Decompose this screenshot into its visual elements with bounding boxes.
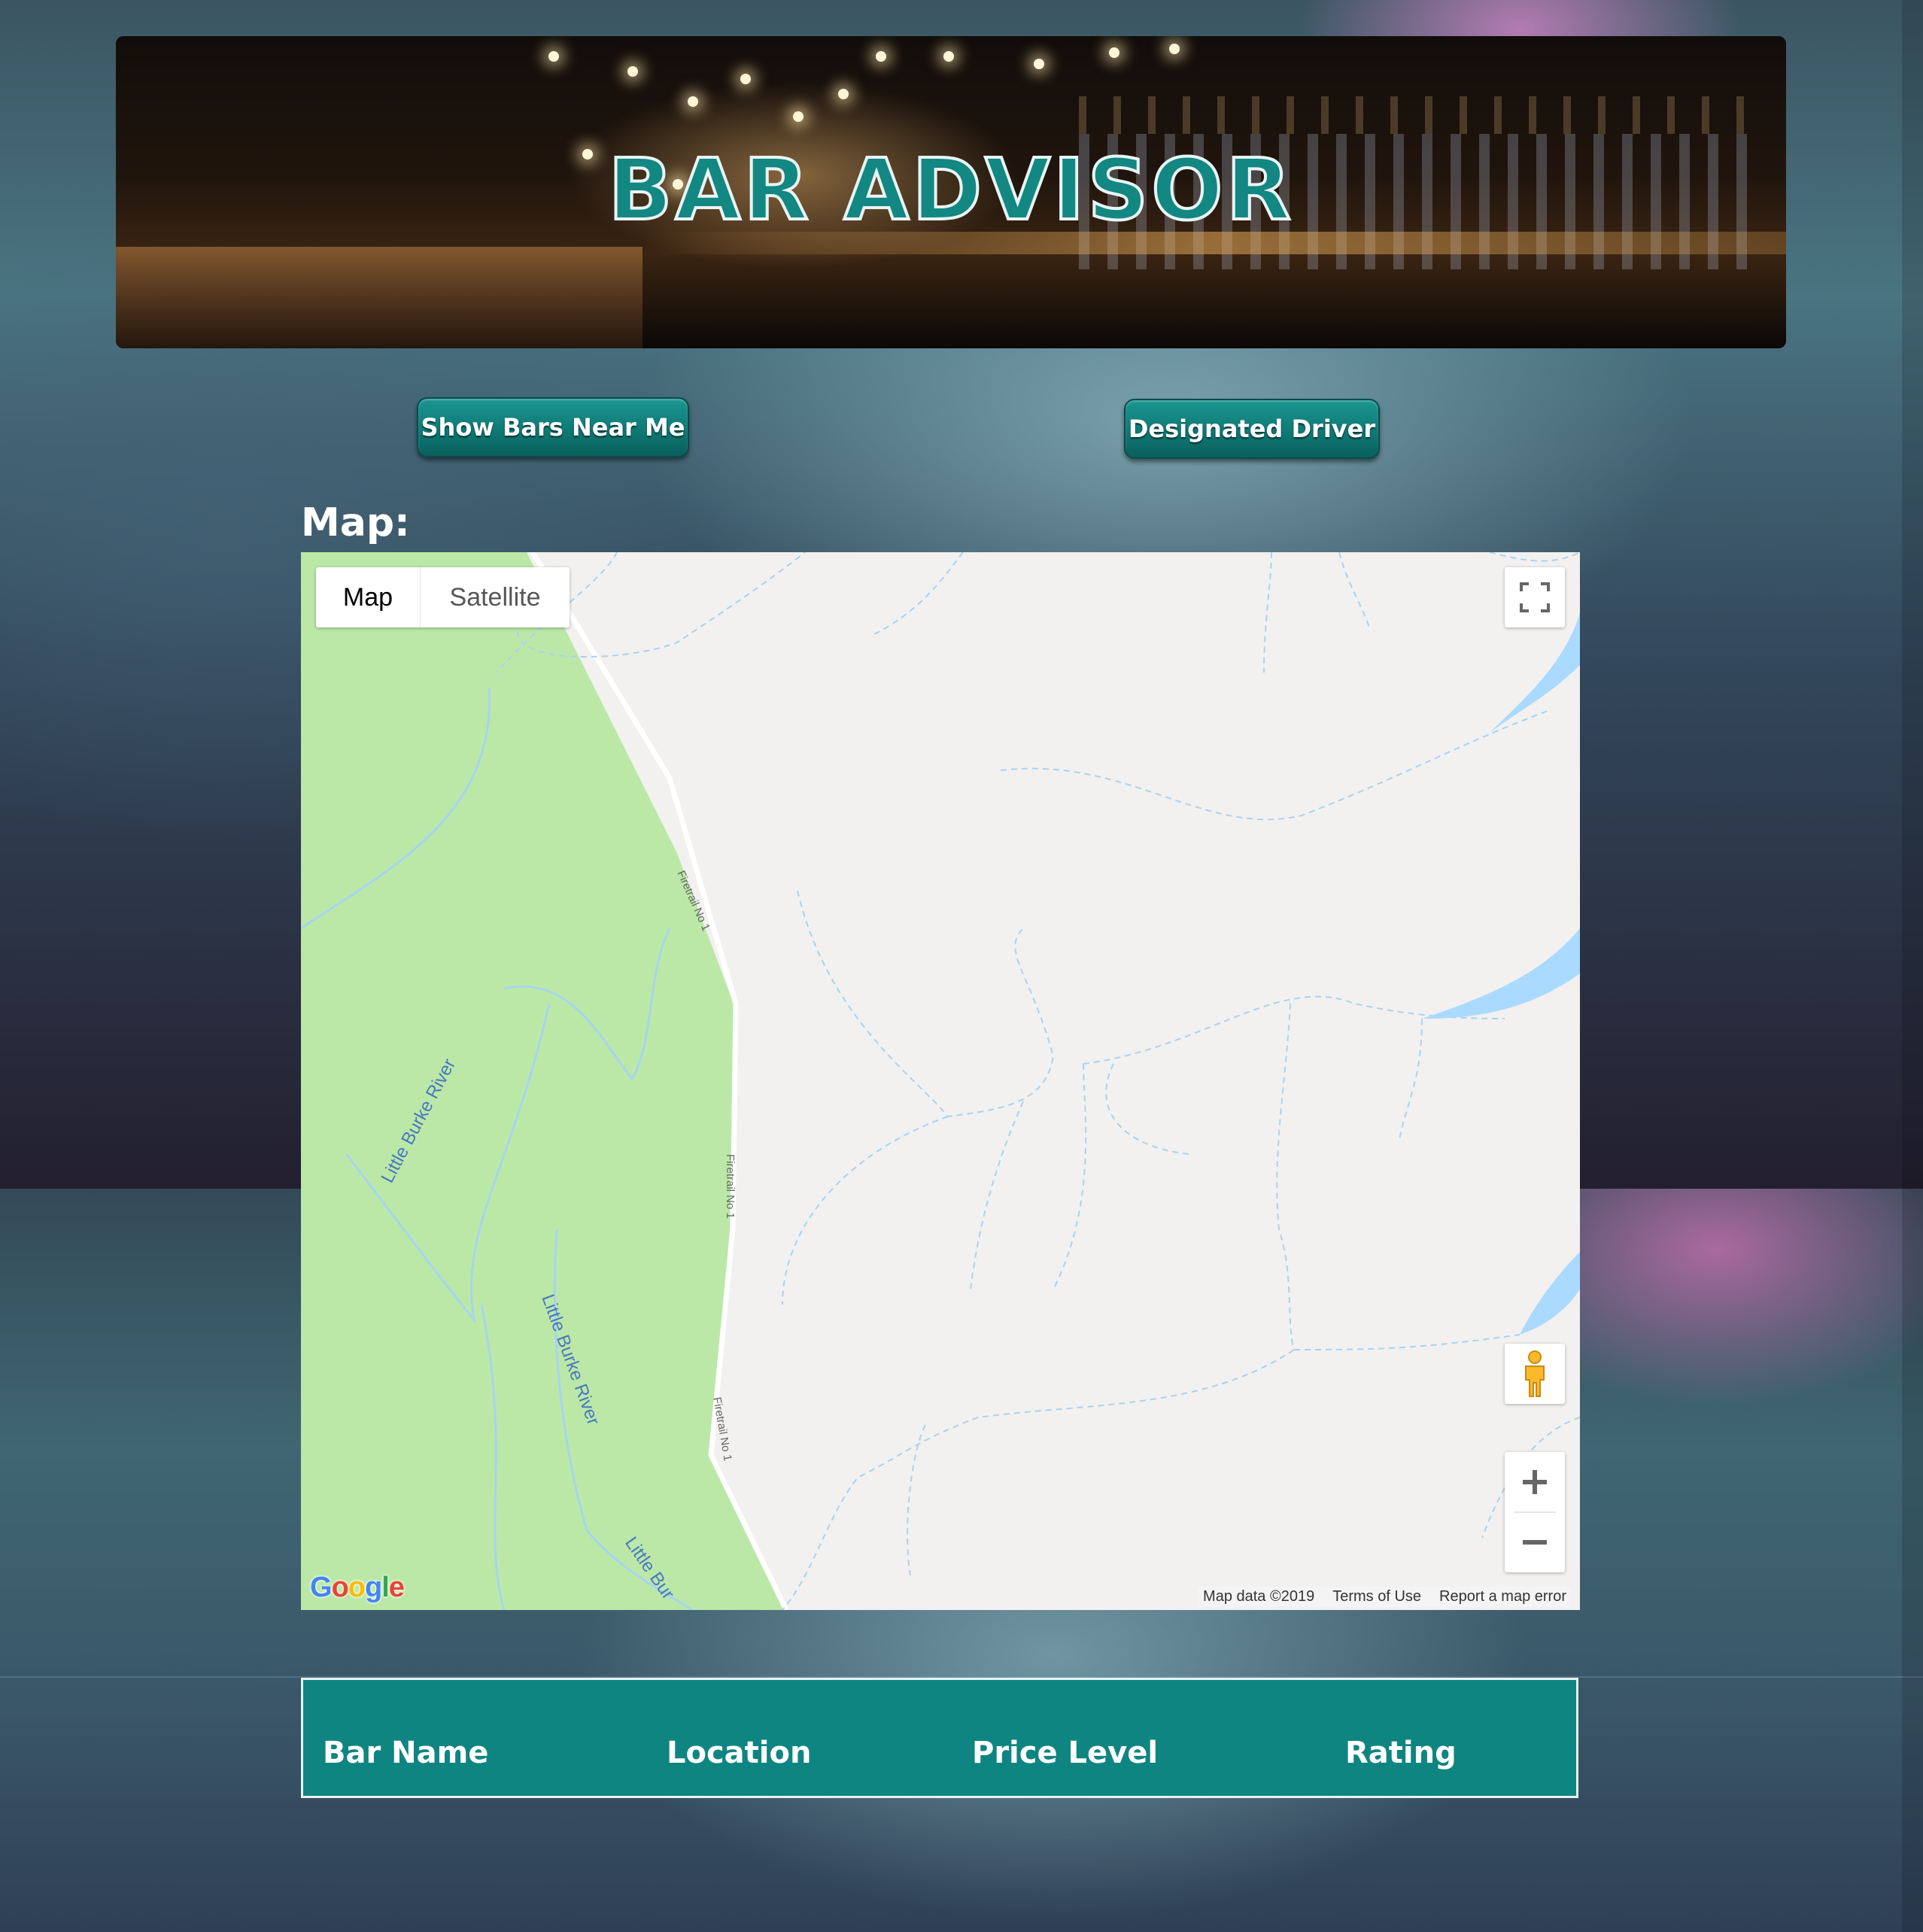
minus-icon	[1523, 1540, 1547, 1545]
zoom-in-button[interactable]	[1505, 1452, 1565, 1511]
site-title: BAR ADVISOR	[606, 140, 1294, 241]
zoom-out-button[interactable]	[1505, 1513, 1565, 1572]
water-body	[1422, 928, 1580, 1019]
fullscreen-button[interactable]	[1505, 567, 1565, 627]
google-logo-letter: o	[348, 1572, 366, 1603]
water-body	[1520, 1252, 1580, 1335]
map-data-text: Map data ©2019	[1203, 1588, 1315, 1605]
report-map-error-link[interactable]: Report a map error	[1439, 1588, 1566, 1605]
water-body	[1490, 612, 1580, 733]
map-type-map-button[interactable]: Map	[316, 567, 421, 627]
google-logo-letter: o	[331, 1572, 349, 1603]
ceiling-light	[1169, 44, 1180, 54]
ceiling-light	[548, 51, 559, 62]
ceiling-light	[1109, 47, 1119, 58]
ceiling-light	[838, 89, 849, 99]
google-logo[interactable]: Google	[310, 1572, 405, 1604]
column-header-rating: Rating	[1345, 1736, 1457, 1770]
bar-shelf-upper	[1079, 96, 1756, 134]
google-map[interactable]: Little Burke River Little Burke River Li…	[301, 552, 1580, 1610]
google-logo-letter: e	[388, 1572, 405, 1603]
ceiling-light	[627, 66, 638, 77]
street-view-pegman-button[interactable]	[1505, 1344, 1565, 1404]
terms-of-use-link[interactable]: Terms of Use	[1332, 1588, 1421, 1605]
ceiling-light	[943, 51, 954, 62]
bars-table: Bar Name Location Price Level Rating	[301, 1678, 1578, 1798]
fullscreen-icon	[1520, 582, 1550, 612]
road-label: Firetrail No 1	[724, 1154, 737, 1219]
ceiling-light	[1034, 59, 1044, 69]
column-header-location: Location	[667, 1736, 812, 1770]
bar-booth	[116, 247, 643, 348]
pegman-icon	[1525, 1350, 1545, 1397]
ceiling-light	[793, 111, 804, 122]
google-logo-letter: G	[310, 1572, 333, 1603]
ceiling-light	[688, 96, 698, 107]
zoom-control	[1505, 1452, 1565, 1572]
map-terrain: Little Burke River Little Burke River Li…	[301, 552, 1580, 1610]
show-bars-near-me-button[interactable]: Show Bars Near Me	[417, 397, 689, 457]
google-logo-letter: g	[365, 1572, 382, 1603]
google-logo-letter: l	[381, 1572, 390, 1603]
plus-icon	[1523, 1469, 1547, 1494]
ceiling-light	[876, 51, 886, 62]
scroll-strip	[1902, 0, 1923, 1932]
map-type-control: Map Satellite	[316, 567, 570, 627]
column-header-bar-name: Bar Name	[323, 1736, 489, 1770]
ceiling-light	[740, 74, 751, 84]
map-type-satellite-button[interactable]: Satellite	[421, 567, 570, 627]
designated-driver-button[interactable]: Designated Driver	[1124, 399, 1380, 459]
map-attribution: Map data ©2019 Terms of Use Report a map…	[1198, 1587, 1571, 1607]
map-heading: Map:	[301, 500, 410, 545]
header-banner: BAR ADVISOR	[116, 36, 1786, 348]
column-header-price-level: Price Level	[972, 1736, 1159, 1770]
